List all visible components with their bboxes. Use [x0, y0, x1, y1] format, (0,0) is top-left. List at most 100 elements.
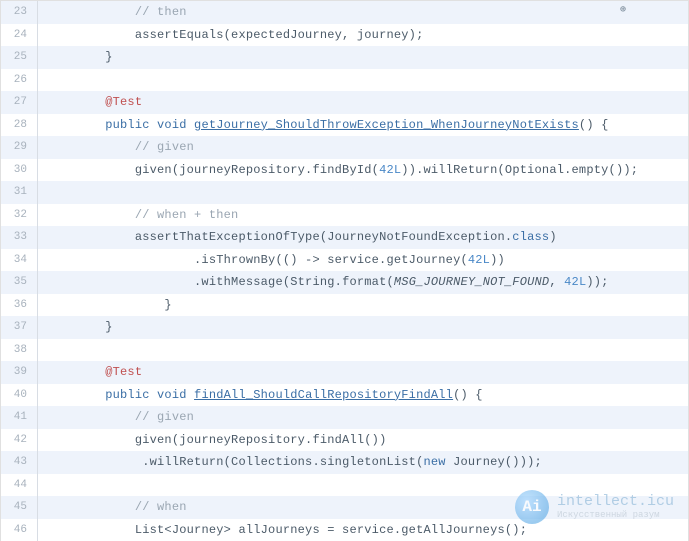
code-content[interactable]: given(journeyRepository.findAll()) — [38, 433, 386, 447]
code-content[interactable]: .willReturn(Collections.singletonList(ne… — [38, 455, 542, 469]
token: class — [512, 230, 549, 244]
code-content[interactable]: @Test — [38, 365, 142, 379]
code-content[interactable]: .withMessage(String.format(MSG_JOURNEY_N… — [38, 275, 609, 289]
token: given(journeyRepository.findAll()) — [135, 433, 387, 447]
code-line[interactable]: 28 public void getJourney_ShouldThrowExc… — [1, 114, 688, 137]
indent — [46, 455, 135, 469]
code-content[interactable]: } — [38, 50, 113, 64]
code-editor[interactable]: 23 // then ⊕ 24 assertEquals(expectedJourn… — [1, 1, 688, 541]
indent — [46, 253, 194, 267]
token: } — [105, 50, 112, 64]
code-line[interactable]: 44 — [1, 474, 688, 497]
token: // given — [135, 410, 194, 424]
token: format — [342, 275, 386, 289]
code-line[interactable]: 36 } — [1, 294, 688, 317]
line-number: 35 — [1, 276, 37, 288]
code-line[interactable]: 26 — [1, 69, 688, 92]
token: // then — [135, 5, 187, 19]
code-line[interactable]: 39 @Test — [1, 361, 688, 384]
code-content[interactable]: public void getJourney_ShouldThrowExcept… — [38, 118, 609, 132]
gutter-border — [37, 474, 38, 497]
code-line[interactable]: 42 given(journeyRepository.findAll()) — [1, 429, 688, 452]
code-line[interactable]: 25 } — [1, 46, 688, 69]
token: public — [105, 388, 157, 402]
line-number: 25 — [1, 51, 37, 63]
code-line[interactable]: 35 .withMessage(String.format(MSG_JOURNE… — [1, 271, 688, 294]
indent — [46, 388, 105, 402]
code-content[interactable]: assertEquals(expectedJourney, journey); — [38, 28, 423, 42]
token: .withMessage(String. — [194, 275, 342, 289]
line-number: 32 — [1, 209, 37, 221]
indent — [46, 118, 105, 132]
token: // given — [135, 140, 194, 154]
code-line[interactable]: 41 // given — [1, 406, 688, 429]
indent — [46, 5, 135, 19]
token: getJourney_ShouldThrowException_WhenJour… — [194, 118, 579, 132]
token: 42L — [468, 253, 490, 267]
code-content[interactable]: List<Journey> allJourneys = service.getA… — [38, 523, 527, 537]
code-content[interactable]: // given — [38, 140, 194, 154]
token: () { — [453, 388, 483, 402]
gutter-border — [37, 69, 38, 92]
code-line[interactable]: 33 assertThatExceptionOfType(JourneyNotF… — [1, 226, 688, 249]
code-line[interactable]: 29 // given — [1, 136, 688, 159]
code-content[interactable]: } — [38, 298, 172, 312]
code-content[interactable]: public void findAll_ShouldCallRepository… — [38, 388, 483, 402]
code-line[interactable]: 34 .isThrownBy(() -> service.getJourney(… — [1, 249, 688, 272]
line-number: 24 — [1, 29, 37, 41]
code-content[interactable]: // when + then — [38, 208, 238, 222]
line-number: 40 — [1, 389, 37, 401]
indent — [46, 500, 135, 514]
code-line[interactable]: 38 — [1, 339, 688, 362]
line-number: 45 — [1, 501, 37, 513]
code-content[interactable]: .isThrownBy(() -> service.getJourney(42L… — [38, 253, 505, 267]
code-content[interactable]: @Test — [38, 95, 142, 109]
code-line[interactable]: 45 // when — [1, 496, 688, 519]
token: .isThrownBy(() -> service.getJourney( — [194, 253, 468, 267]
line-number: 29 — [1, 141, 37, 153]
code-content[interactable]: // then — [38, 5, 187, 19]
indent — [46, 365, 105, 379]
indent — [46, 95, 105, 109]
code-line[interactable]: 43 .willReturn(Collections.singletonList… — [1, 451, 688, 474]
code-content[interactable]: given(journeyRepository.findById(42L)).w… — [38, 163, 638, 177]
code-line[interactable]: 30 given(journeyRepository.findById(42L)… — [1, 159, 688, 182]
token: ( — [386, 275, 393, 289]
token: given(journeyRepository.findById( — [135, 163, 379, 177]
code-line[interactable]: 46 List<Journey> allJourneys = service.g… — [1, 519, 688, 541]
token: @Test — [105, 95, 142, 109]
line-number: 23 — [1, 6, 37, 18]
indent — [46, 163, 135, 177]
code-line[interactable]: 31 — [1, 181, 688, 204]
code-content[interactable]: // when — [38, 500, 187, 514]
code-line[interactable]: 27 @Test — [1, 91, 688, 114]
line-number: 28 — [1, 119, 37, 131]
token: } — [105, 320, 112, 334]
token: findAll_ShouldCallRepositoryFindAll — [194, 388, 453, 402]
indent — [46, 410, 135, 424]
token: } — [164, 298, 171, 312]
indent — [46, 298, 164, 312]
code-line[interactable]: 23 // then ⊕ — [1, 1, 688, 24]
indent — [46, 28, 135, 42]
code-content[interactable]: assertThatExceptionOfType(JourneyNotFoun… — [38, 230, 557, 244]
code-line[interactable]: 37 } — [1, 316, 688, 339]
indent — [46, 320, 105, 334]
token: List<Journey> allJourneys = service.getA… — [135, 523, 527, 537]
gutter-border — [37, 181, 38, 204]
token: ()); — [609, 163, 639, 177]
token: )).willReturn(Optional. — [401, 163, 571, 177]
line-number: 37 — [1, 321, 37, 333]
gutter-marker-icon: ⊕ — [620, 4, 626, 16]
indent — [46, 208, 135, 222]
indent — [46, 433, 135, 447]
line-number: 38 — [1, 344, 37, 356]
line-number: 46 — [1, 524, 37, 536]
code-line[interactable]: 40 public void findAll_ShouldCallReposit… — [1, 384, 688, 407]
code-line[interactable]: 24 assertEquals(expectedJourney, journey… — [1, 24, 688, 47]
code-content[interactable]: // given — [38, 410, 194, 424]
code-line[interactable]: 32 // when + then — [1, 204, 688, 227]
code-content[interactable]: } — [38, 320, 113, 334]
line-number: 33 — [1, 231, 37, 243]
token: assertThatExceptionOfType — [135, 230, 320, 244]
